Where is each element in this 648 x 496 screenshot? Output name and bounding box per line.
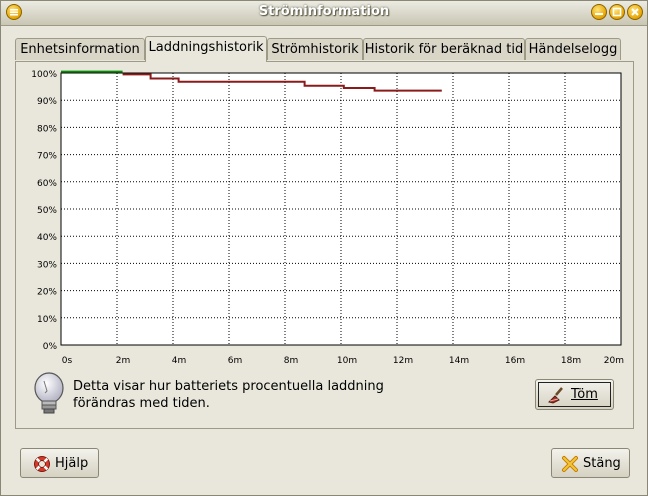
y-tick-label: 90%: [37, 97, 57, 107]
close-button[interactable]: Stäng: [551, 448, 630, 478]
y-tick-label: 20%: [37, 288, 57, 298]
x-tick-label: 10m: [337, 356, 357, 366]
x-axis-ticks: 0s 2m 4m 6m 8m 10m 12m 14m 16m 18m 20m: [62, 356, 624, 366]
x-tick-label: 20m: [604, 356, 624, 366]
help-button-label: Hjälp: [55, 456, 89, 471]
x-tick-label: 4m: [172, 356, 187, 366]
y-tick-label: 30%: [37, 260, 57, 270]
bulb-icon: [31, 371, 67, 423]
y-axis-ticks: 100% 90% 80% 70% 60% 50% 40% 30% 20% 10% 0%: [31, 70, 57, 352]
x-tick-label: 18m: [561, 356, 581, 366]
y-tick-label: 60%: [37, 179, 57, 189]
y-tick-label: 50%: [37, 206, 57, 216]
charge-history-chart: 100% 90% 80% 70% 60% 50% 40% 30% 20% 10% 0% 0s 2m 4m…: [31, 70, 624, 366]
y-tick-label: 40%: [37, 233, 57, 243]
clear-button-label: Töm: [571, 387, 598, 402]
x-tick-label: 16m: [505, 356, 525, 366]
y-tick-label: 10%: [37, 315, 57, 325]
broom-icon: [548, 387, 563, 404]
x-tick-label: 12m: [393, 356, 413, 366]
lifebuoy-icon: [34, 456, 50, 472]
x-tick-label: 6m: [228, 356, 243, 366]
y-tick-label: 80%: [37, 124, 57, 134]
window: Ströminformation Enhetsinformation Laddn…: [0, 0, 648, 496]
y-tick-label: 0%: [43, 342, 58, 352]
info-text-line1: Detta visar hur batteriets procentuella …: [73, 379, 384, 394]
y-tick-label: 70%: [37, 152, 57, 162]
x-tick-label: 2m: [116, 356, 131, 366]
y-tick-label: 100%: [31, 70, 57, 80]
close-x-icon: [562, 456, 578, 472]
help-button[interactable]: Hjälp: [20, 448, 99, 478]
tab-charge-history[interactable]: Laddningshistorik: [145, 36, 267, 62]
info-text: Detta visar hur batteriets procentuella …: [73, 378, 403, 412]
x-tick-label: 8m: [284, 356, 299, 366]
x-tick-label: 14m: [449, 356, 469, 366]
close-button-label: Stäng: [583, 456, 621, 471]
info-text-line2: förändras med tiden.: [73, 396, 210, 411]
clear-button[interactable]: Töm: [535, 379, 614, 410]
x-tick-label: 0s: [62, 356, 73, 366]
